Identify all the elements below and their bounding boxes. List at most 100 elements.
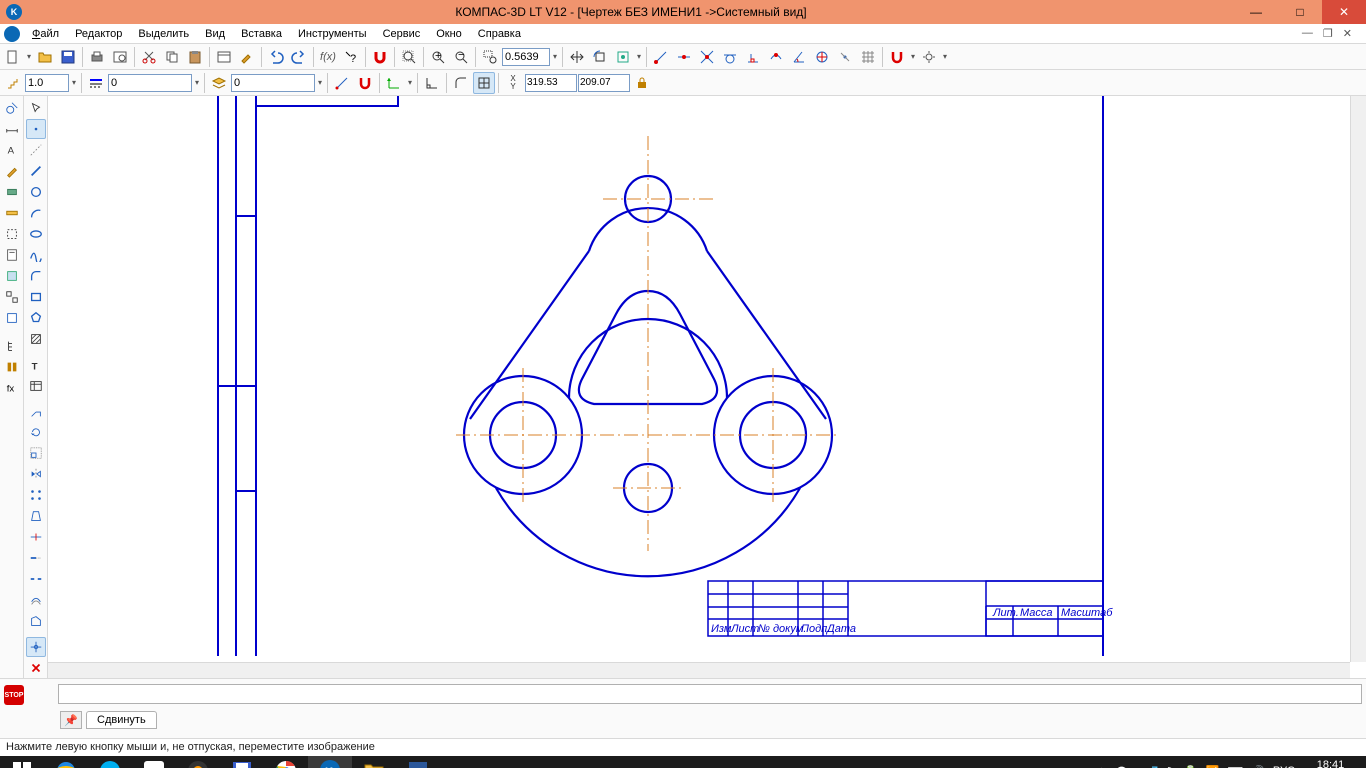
menu-window[interactable]: Окно — [428, 26, 470, 42]
new-button[interactable] — [2, 46, 24, 68]
variables-panel-button[interactable]: fx — [2, 378, 22, 398]
text-tool[interactable]: T — [26, 355, 46, 375]
redraw-dropdown[interactable]: ▾ — [635, 52, 643, 61]
drawing-canvas[interactable]: Изм Лист № докум. Подп. Дата Лит. Масса … — [48, 96, 1366, 678]
zoom-out-button[interactable]: − — [450, 46, 472, 68]
fillet-tool[interactable] — [26, 266, 46, 286]
report-panel-button[interactable] — [2, 266, 22, 286]
snap-near-button[interactable] — [765, 46, 787, 68]
point-tool[interactable] — [26, 119, 46, 139]
taskbar-chrome-icon[interactable] — [264, 756, 308, 768]
rotate-tool[interactable] — [26, 423, 46, 443]
taskbar-ie-icon[interactable] — [44, 756, 88, 768]
circle-tool[interactable] — [26, 182, 46, 202]
minimize-button[interactable]: — — [1234, 0, 1278, 24]
ellipse-tool[interactable] — [26, 224, 46, 244]
copy-props-button[interactable] — [236, 46, 258, 68]
dimensions-panel-button[interactable] — [2, 119, 22, 139]
step-dropdown[interactable]: ▾ — [70, 78, 78, 87]
mirror-tool[interactable] — [26, 464, 46, 484]
snap-toggle-button[interactable] — [886, 46, 908, 68]
trim-tool[interactable] — [26, 527, 46, 547]
copy-button[interactable] — [161, 46, 183, 68]
pointer-tool[interactable] — [26, 98, 46, 118]
menu-select[interactable]: Выделить — [130, 26, 197, 42]
menu-editor[interactable]: Редактор — [67, 26, 130, 42]
taskbar-kompas-icon[interactable]: K — [308, 756, 352, 768]
variables-button[interactable]: f(x) — [317, 46, 339, 68]
open-button[interactable] — [34, 46, 56, 68]
measure-panel-button[interactable] — [2, 203, 22, 223]
tree-button[interactable] — [2, 336, 22, 356]
array-tool[interactable] — [26, 485, 46, 505]
extend-tool[interactable] — [26, 548, 46, 568]
tray-icon-net[interactable]: 📶 — [1206, 765, 1220, 768]
table-tool[interactable] — [26, 376, 46, 396]
taskbar-word-icon[interactable]: W — [396, 756, 440, 768]
local-cs-button[interactable] — [383, 72, 405, 94]
layer-icon[interactable] — [208, 72, 230, 94]
menu-help[interactable]: Справка — [470, 26, 529, 42]
redo-button[interactable] — [288, 46, 310, 68]
rotate-view-button[interactable] — [589, 46, 611, 68]
start-button[interactable] — [0, 756, 44, 768]
menu-service[interactable]: Сервис — [375, 26, 429, 42]
snap-point-button[interactable] — [834, 46, 856, 68]
pan-button[interactable] — [566, 46, 588, 68]
tray-clock[interactable]: 18:41 03.10.2014 — [1303, 760, 1358, 768]
layer-dropdown[interactable]: ▾ — [316, 78, 324, 87]
new-dropdown[interactable]: ▾ — [25, 52, 33, 61]
taskbar-skype-icon[interactable]: S — [88, 756, 132, 768]
hatch-tool[interactable] — [26, 329, 46, 349]
deform-tool[interactable] — [26, 506, 46, 526]
scale-tool[interactable] — [26, 443, 46, 463]
snap-intersect-button[interactable] — [696, 46, 718, 68]
tray-icon-keys[interactable]: ⌨ — [1227, 765, 1243, 768]
app-menu-icon[interactable] — [4, 26, 20, 42]
grid-snap-button[interactable] — [473, 72, 495, 94]
snap-config-dropdown[interactable]: ▾ — [909, 52, 917, 61]
snap-angle-button[interactable] — [788, 46, 810, 68]
snap-end-button[interactable] — [650, 46, 672, 68]
ortho-off-button[interactable] — [331, 72, 353, 94]
contour-tool[interactable] — [26, 611, 46, 631]
ortho-button[interactable] — [421, 72, 443, 94]
mdi-close[interactable]: ✕ — [1339, 27, 1356, 40]
equidistant-tool[interactable] — [26, 590, 46, 610]
pan-tool[interactable] — [26, 637, 46, 657]
auxline-tool[interactable] — [26, 140, 46, 160]
snap-tangent-button[interactable] — [719, 46, 741, 68]
tray-icon-vol[interactable]: 🔊 — [1251, 765, 1265, 768]
tray-icon-flag[interactable]: ⚑ — [1166, 765, 1176, 768]
taskbar-save-icon[interactable] — [220, 756, 264, 768]
maximize-button[interactable]: □ — [1278, 0, 1322, 24]
coord-x-input[interactable] — [525, 74, 577, 92]
round-button[interactable] — [450, 72, 472, 94]
command-tab[interactable]: Сдвинуть — [86, 711, 157, 729]
snap-global-button[interactable] — [354, 72, 376, 94]
snap-center-button[interactable] — [811, 46, 833, 68]
snap-settings-button[interactable] — [918, 46, 940, 68]
library-button[interactable] — [2, 357, 22, 377]
zoom-input[interactable] — [502, 48, 550, 66]
menu-view[interactable]: Вид — [197, 26, 233, 42]
help-context-button[interactable]: ? — [340, 46, 362, 68]
line-tool[interactable] — [26, 161, 46, 181]
panel-pin-button[interactable]: 📌 — [60, 711, 82, 729]
snap-perp-button[interactable] — [742, 46, 764, 68]
magnet-button[interactable] — [369, 46, 391, 68]
geometry-panel-button[interactable] — [2, 98, 22, 118]
stop-command-button[interactable]: STOP — [4, 685, 24, 705]
notation-panel-button[interactable]: A — [2, 140, 22, 160]
views-panel-button[interactable] — [2, 287, 22, 307]
rect-tool[interactable] — [26, 287, 46, 307]
spline-tool[interactable] — [26, 245, 46, 265]
mdi-restore[interactable]: ❐ — [1319, 27, 1337, 40]
arc-tool[interactable] — [26, 203, 46, 223]
zoom-dropdown[interactable]: ▾ — [551, 52, 559, 61]
params-panel-button[interactable] — [2, 182, 22, 202]
taskbar-explorer-icon[interactable] — [352, 756, 396, 768]
spec-panel-button[interactable] — [2, 245, 22, 265]
taskbar-yandex-icon[interactable]: Я — [132, 756, 176, 768]
coord-y-input[interactable] — [578, 74, 630, 92]
